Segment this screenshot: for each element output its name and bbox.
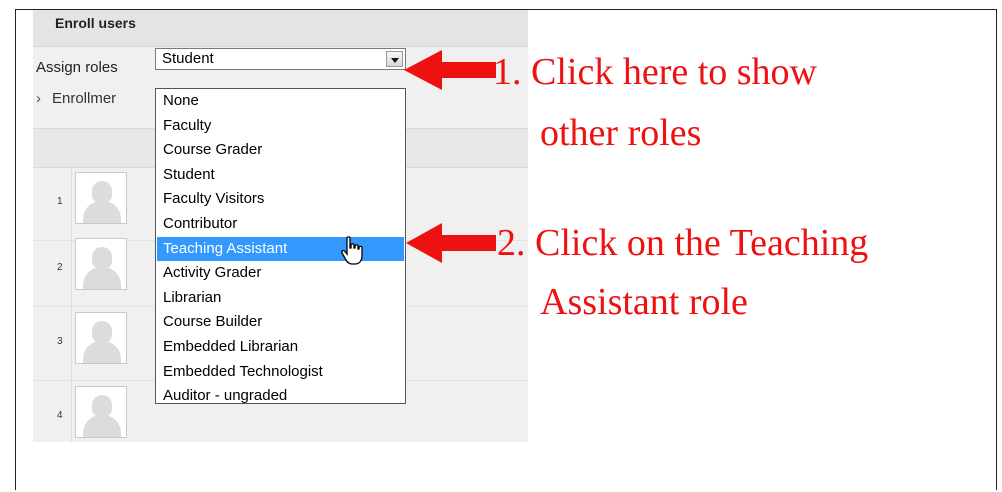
avatar-placeholder-icon [75, 238, 127, 290]
dialog-title: Enroll users [55, 15, 136, 31]
role-option-activity-grader[interactable]: Activity Grader [157, 261, 404, 286]
role-option-contributor[interactable]: Contributor [157, 212, 404, 237]
avatar-placeholder-icon [75, 172, 127, 224]
roles-dropdown-list[interactable]: None Faculty Course Grader Student Facul… [155, 88, 406, 404]
role-option-student[interactable]: Student [157, 163, 404, 188]
row-divider [71, 306, 72, 380]
row-divider [71, 166, 72, 240]
row-divider [71, 232, 72, 306]
annotation-step2-line2: Assistant role [540, 281, 748, 323]
row-number: 3 [57, 336, 63, 347]
annotation-step1-line2: other roles [540, 112, 702, 154]
annotation-step2-line1: 2. Click on the Teaching [497, 222, 869, 264]
role-option-faculty[interactable]: Faculty [157, 114, 404, 139]
role-option-course-builder[interactable]: Course Builder [157, 310, 404, 335]
hand-pointer-icon [341, 236, 363, 265]
role-option-faculty-visitors[interactable]: Faculty Visitors [157, 187, 404, 212]
dialog-header: Enroll users [33, 10, 528, 47]
role-option-auditor-ungraded[interactable]: Auditor - ungraded [157, 384, 404, 404]
assign-roles-selected-value: Student [162, 50, 214, 67]
avatar-placeholder-icon [75, 386, 127, 438]
annotation-arrow-2-icon [406, 223, 496, 263]
row-divider [71, 380, 72, 442]
role-option-librarian[interactable]: Librarian [157, 286, 404, 311]
chevron-right-icon: › [36, 90, 41, 107]
row-number: 4 [57, 410, 63, 421]
role-option-course-grader[interactable]: Course Grader [157, 138, 404, 163]
role-option-none[interactable]: None [157, 89, 404, 114]
assign-roles-label: Assign roles [36, 59, 118, 76]
role-option-embedded-librarian[interactable]: Embedded Librarian [157, 335, 404, 360]
row-number: 1 [57, 196, 63, 207]
role-option-teaching-assistant[interactable]: Teaching Assistant [157, 236, 404, 262]
role-option-embedded-technologist[interactable]: Embedded Technologist [157, 360, 404, 385]
row-number: 2 [57, 262, 63, 273]
annotation-arrow-1-icon [404, 50, 496, 90]
enrollment-options-label: Enrollmer [52, 90, 117, 107]
assign-roles-select[interactable]: Student [155, 48, 406, 70]
avatar-placeholder-icon [75, 312, 127, 364]
enrollment-options-toggle[interactable]: › Enrollmer [36, 90, 116, 107]
annotation-step1-line1: 1. Click here to show [493, 51, 818, 93]
